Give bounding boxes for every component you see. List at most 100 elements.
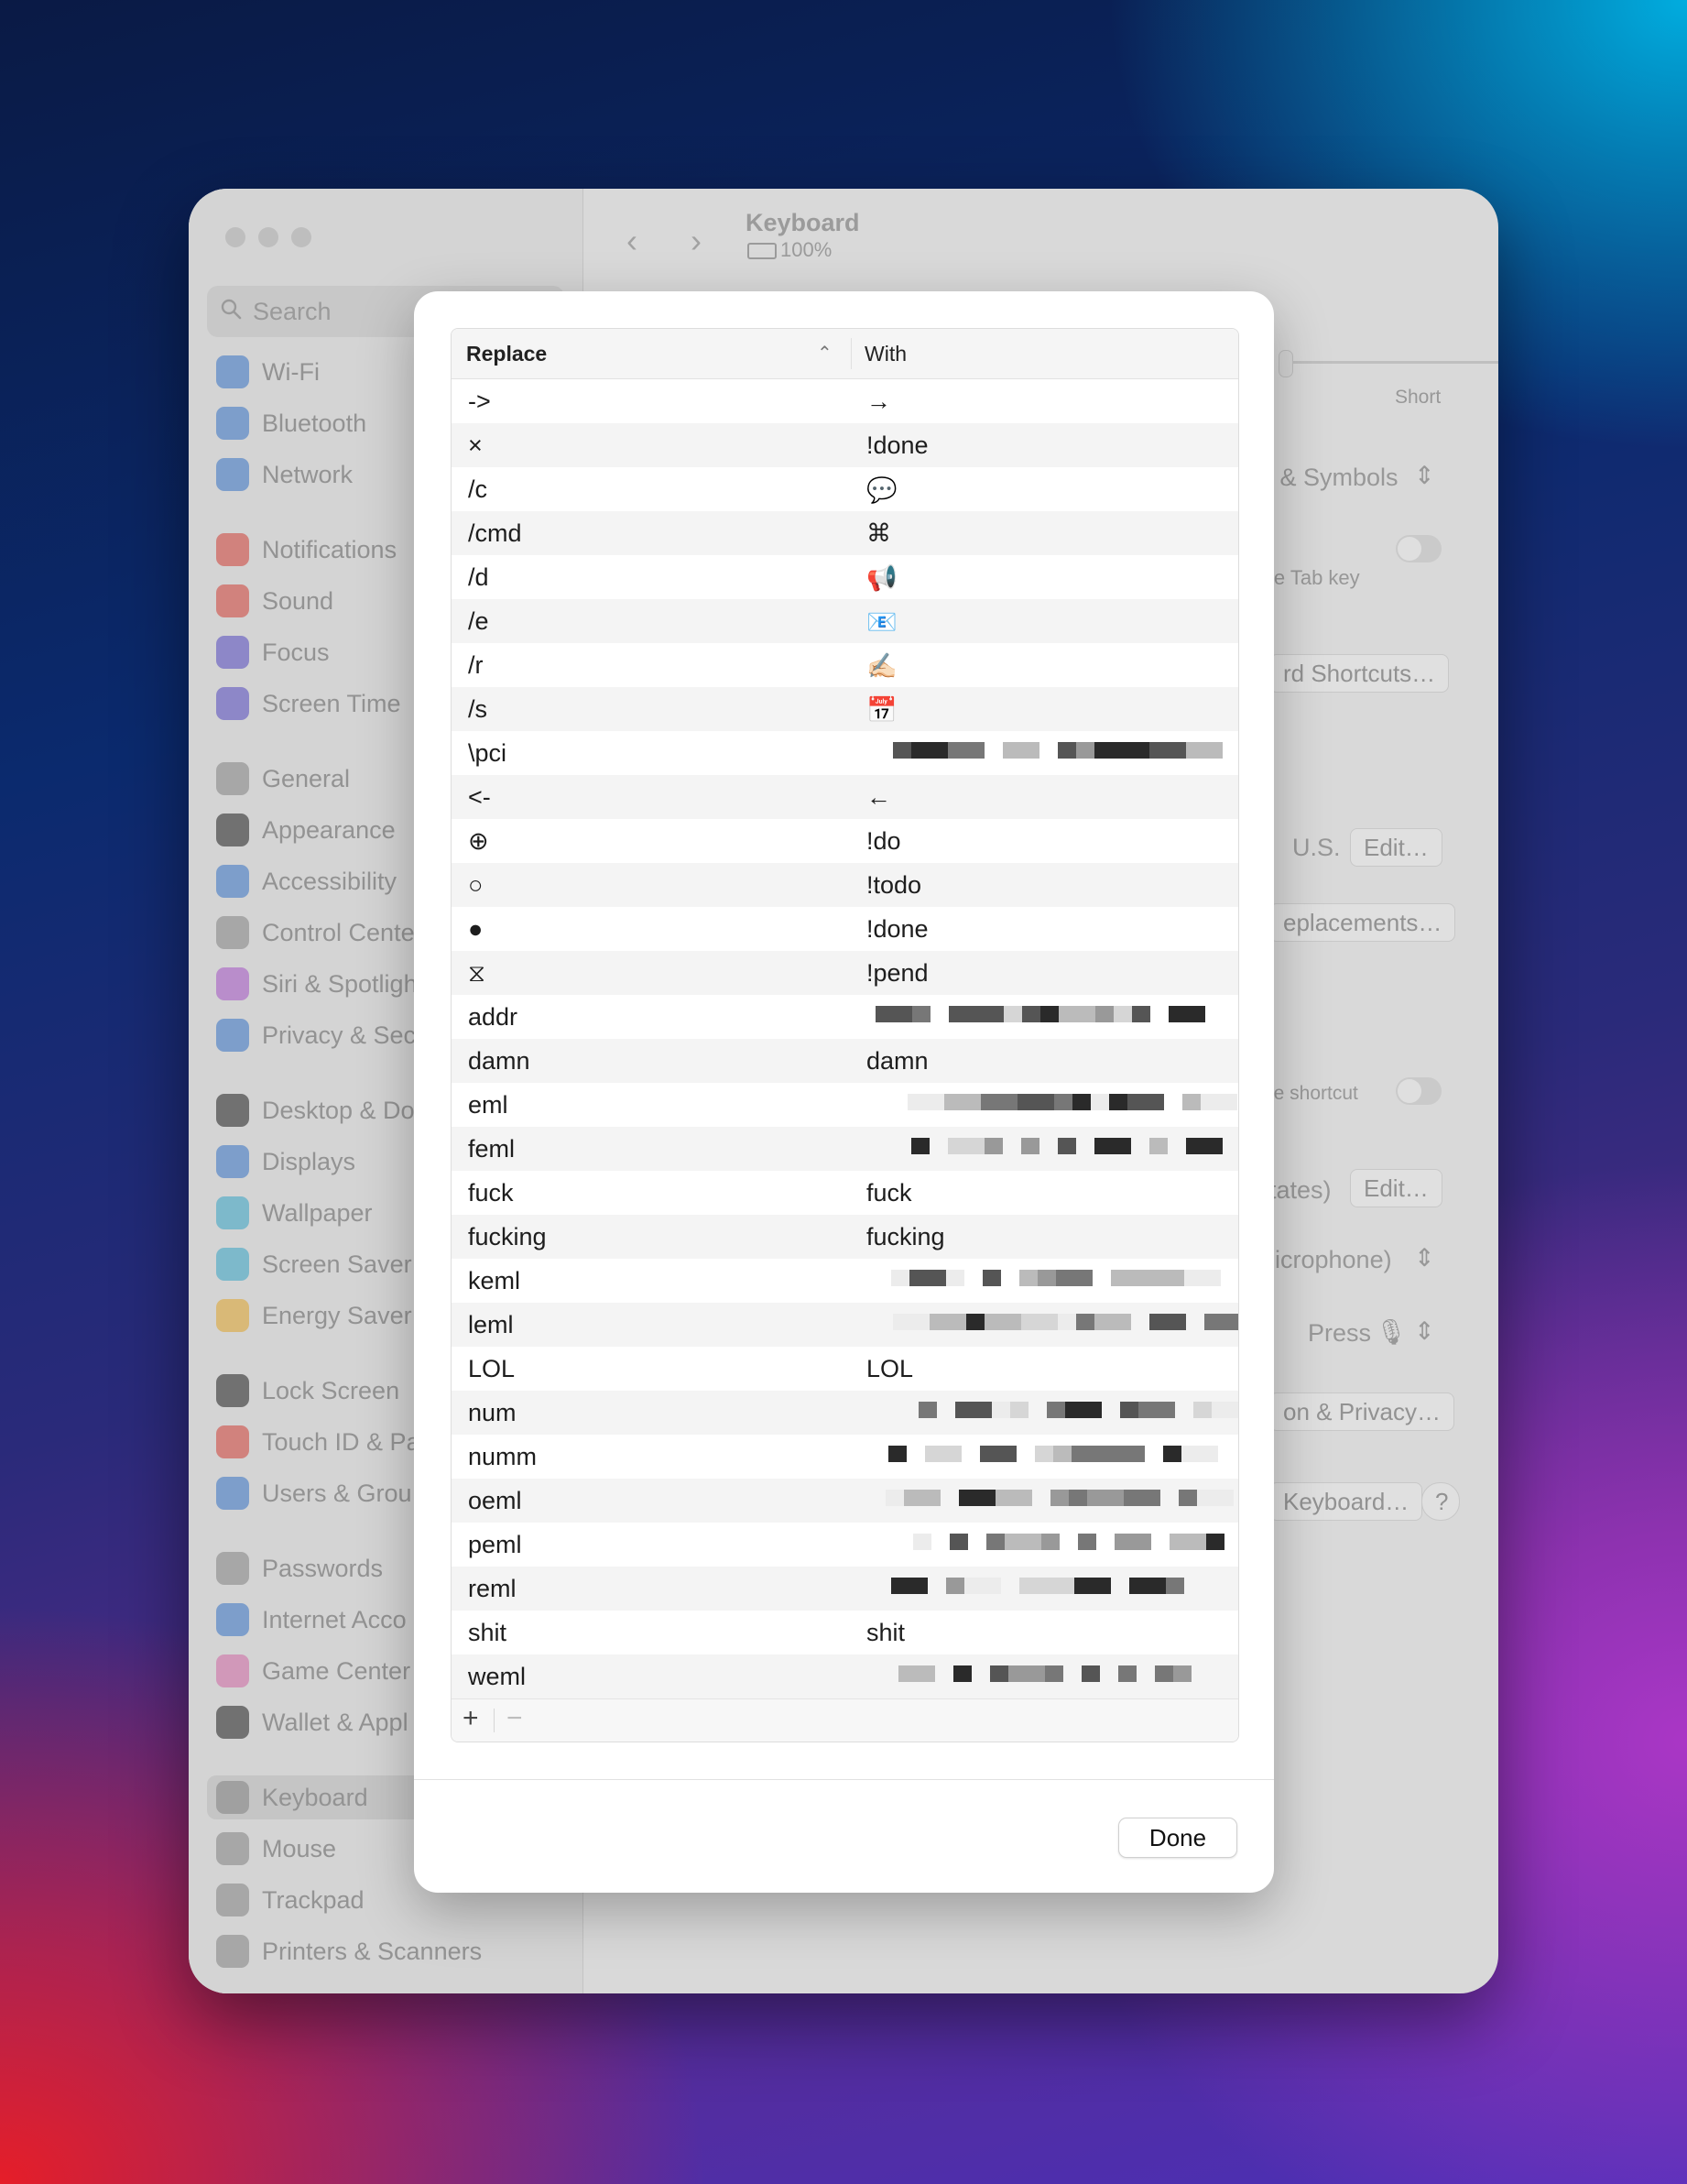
with-cell[interactable]: damn [866, 1047, 929, 1076]
redaction-block [1109, 1094, 1127, 1110]
table-row[interactable]: /r ✍🏻 [452, 643, 1238, 687]
table-row[interactable]: -> → [452, 379, 1238, 423]
table-row[interactable]: × !done [452, 423, 1238, 467]
with-cell[interactable]: !pend [866, 959, 929, 988]
table-row[interactable]: weml [452, 1654, 1238, 1698]
column-header-with[interactable]: With [865, 342, 907, 366]
redaction-block [1155, 1665, 1173, 1682]
table-row[interactable]: numm [452, 1435, 1238, 1479]
table-row[interactable]: LOL LOL [452, 1347, 1238, 1391]
table-row[interactable]: /cmd ⌘ [452, 511, 1238, 555]
table-row[interactable]: num [452, 1391, 1238, 1435]
replace-cell[interactable]: <- [468, 783, 491, 812]
table-row[interactable]: /s 📅 [452, 687, 1238, 731]
replace-cell[interactable]: ⊕ [468, 827, 489, 856]
replace-cell[interactable]: numm [468, 1443, 537, 1471]
table-row[interactable]: ⊕ !do [452, 819, 1238, 863]
replace-cell[interactable]: /r [468, 651, 484, 680]
with-cell[interactable]: ⌘ [866, 519, 891, 548]
replace-cell[interactable]: × [468, 431, 483, 460]
redaction-block [1053, 1446, 1072, 1462]
table-row[interactable]: keml [452, 1259, 1238, 1303]
add-row-button[interactable]: + [463, 1703, 479, 1734]
with-cell[interactable]: 💬 [866, 475, 898, 505]
table-row[interactable]: addr [452, 995, 1238, 1039]
with-cell[interactable]: !todo [866, 871, 921, 900]
replace-cell[interactable]: fuck [468, 1179, 514, 1207]
replace-cell[interactable]: fucking [468, 1223, 547, 1251]
replace-cell[interactable]: LOL [468, 1355, 515, 1383]
with-cell[interactable]: → [866, 388, 891, 416]
replace-cell[interactable]: /c [468, 475, 487, 504]
replace-cell[interactable]: weml [468, 1663, 526, 1691]
replace-cell[interactable]: /cmd [468, 519, 522, 548]
with-cell[interactable]: ← [866, 783, 891, 812]
dialog-divider [414, 1779, 1274, 1780]
replace-cell[interactable]: peml [468, 1531, 522, 1559]
table-row[interactable]: oeml [452, 1479, 1238, 1523]
redaction-block [1111, 1270, 1148, 1286]
table-row[interactable]: fuck fuck [452, 1171, 1238, 1215]
column-header-replace[interactable]: Replace [466, 342, 547, 366]
replace-cell[interactable]: damn [468, 1047, 530, 1076]
with-cell[interactable]: !done [866, 431, 929, 460]
redaction-block [1022, 1006, 1040, 1022]
remove-row-button[interactable]: − [506, 1703, 523, 1734]
redaction-block [1087, 1490, 1124, 1506]
replace-cell[interactable]: reml [468, 1575, 517, 1603]
table-row[interactable]: shit shit [452, 1611, 1238, 1654]
replace-cell[interactable]: ⧖ [468, 959, 485, 988]
table-row[interactable]: reml [452, 1567, 1238, 1611]
table-row[interactable]: ⧖ !pend [452, 951, 1238, 995]
table-row[interactable]: feml [452, 1127, 1238, 1171]
replace-cell[interactable]: feml [468, 1135, 515, 1163]
redaction-block [1132, 1006, 1150, 1022]
table-row[interactable]: ○ !todo [452, 863, 1238, 907]
replace-cell[interactable]: eml [468, 1091, 508, 1119]
with-cell[interactable]: 📢 [866, 563, 898, 593]
redaction-block [996, 1490, 1032, 1506]
replace-cell[interactable]: /e [468, 607, 489, 636]
with-cell[interactable]: 📧 [866, 607, 898, 637]
replace-cell[interactable]: /s [468, 695, 487, 724]
with-cell[interactable]: !done [866, 915, 929, 944]
redaction-block [911, 742, 948, 759]
table-row[interactable]: /d 📢 [452, 555, 1238, 599]
redaction-block [1181, 1446, 1218, 1462]
table-row[interactable]: fucking fucking [452, 1215, 1238, 1259]
replace-cell[interactable]: /d [468, 563, 489, 592]
redaction-block [925, 1446, 962, 1462]
with-cell[interactable]: fuck [866, 1179, 912, 1207]
replace-cell[interactable]: leml [468, 1311, 514, 1339]
replace-cell[interactable]: oeml [468, 1487, 522, 1515]
replace-cell[interactable]: ○ [468, 871, 483, 900]
replace-cell[interactable]: ● [468, 915, 483, 944]
replace-cell[interactable]: num [468, 1399, 517, 1427]
table-row[interactable]: leml [452, 1303, 1238, 1347]
with-cell[interactable]: LOL [866, 1355, 913, 1383]
table-row[interactable]: /c 💬 [452, 467, 1238, 511]
replace-cell[interactable]: keml [468, 1267, 520, 1295]
redaction-block [946, 1578, 964, 1594]
table-row[interactable]: /e 📧 [452, 599, 1238, 643]
sort-ascending-icon[interactable]: ⌃ [817, 342, 833, 365]
replace-cell[interactable]: addr [468, 1003, 517, 1032]
replacements-table: Replace ⌃ With -> → × !done/c 💬 /cmd ⌘ /d 📢 /e 📧 /r… [451, 328, 1239, 1742]
redaction-block [1212, 1402, 1238, 1418]
table-row[interactable]: <- ← [452, 775, 1238, 819]
table-row[interactable]: damn damn [452, 1039, 1238, 1083]
with-cell[interactable]: shit [866, 1619, 905, 1647]
replace-cell[interactable]: \pci [468, 739, 506, 768]
done-button[interactable]: Done [1118, 1818, 1237, 1858]
with-cell[interactable]: 📅 [866, 695, 898, 725]
table-row[interactable]: ● !done [452, 907, 1238, 951]
table-row[interactable]: \pci [452, 731, 1238, 775]
with-cell[interactable]: ✍🏻 [866, 651, 898, 681]
table-row[interactable]: eml [452, 1083, 1238, 1127]
redaction-block [898, 1665, 935, 1682]
replace-cell[interactable]: shit [468, 1619, 506, 1647]
with-cell[interactable]: !do [866, 827, 901, 856]
replace-cell[interactable]: -> [468, 388, 491, 416]
table-row[interactable]: peml [452, 1523, 1238, 1567]
with-cell[interactable]: fucking [866, 1223, 945, 1251]
